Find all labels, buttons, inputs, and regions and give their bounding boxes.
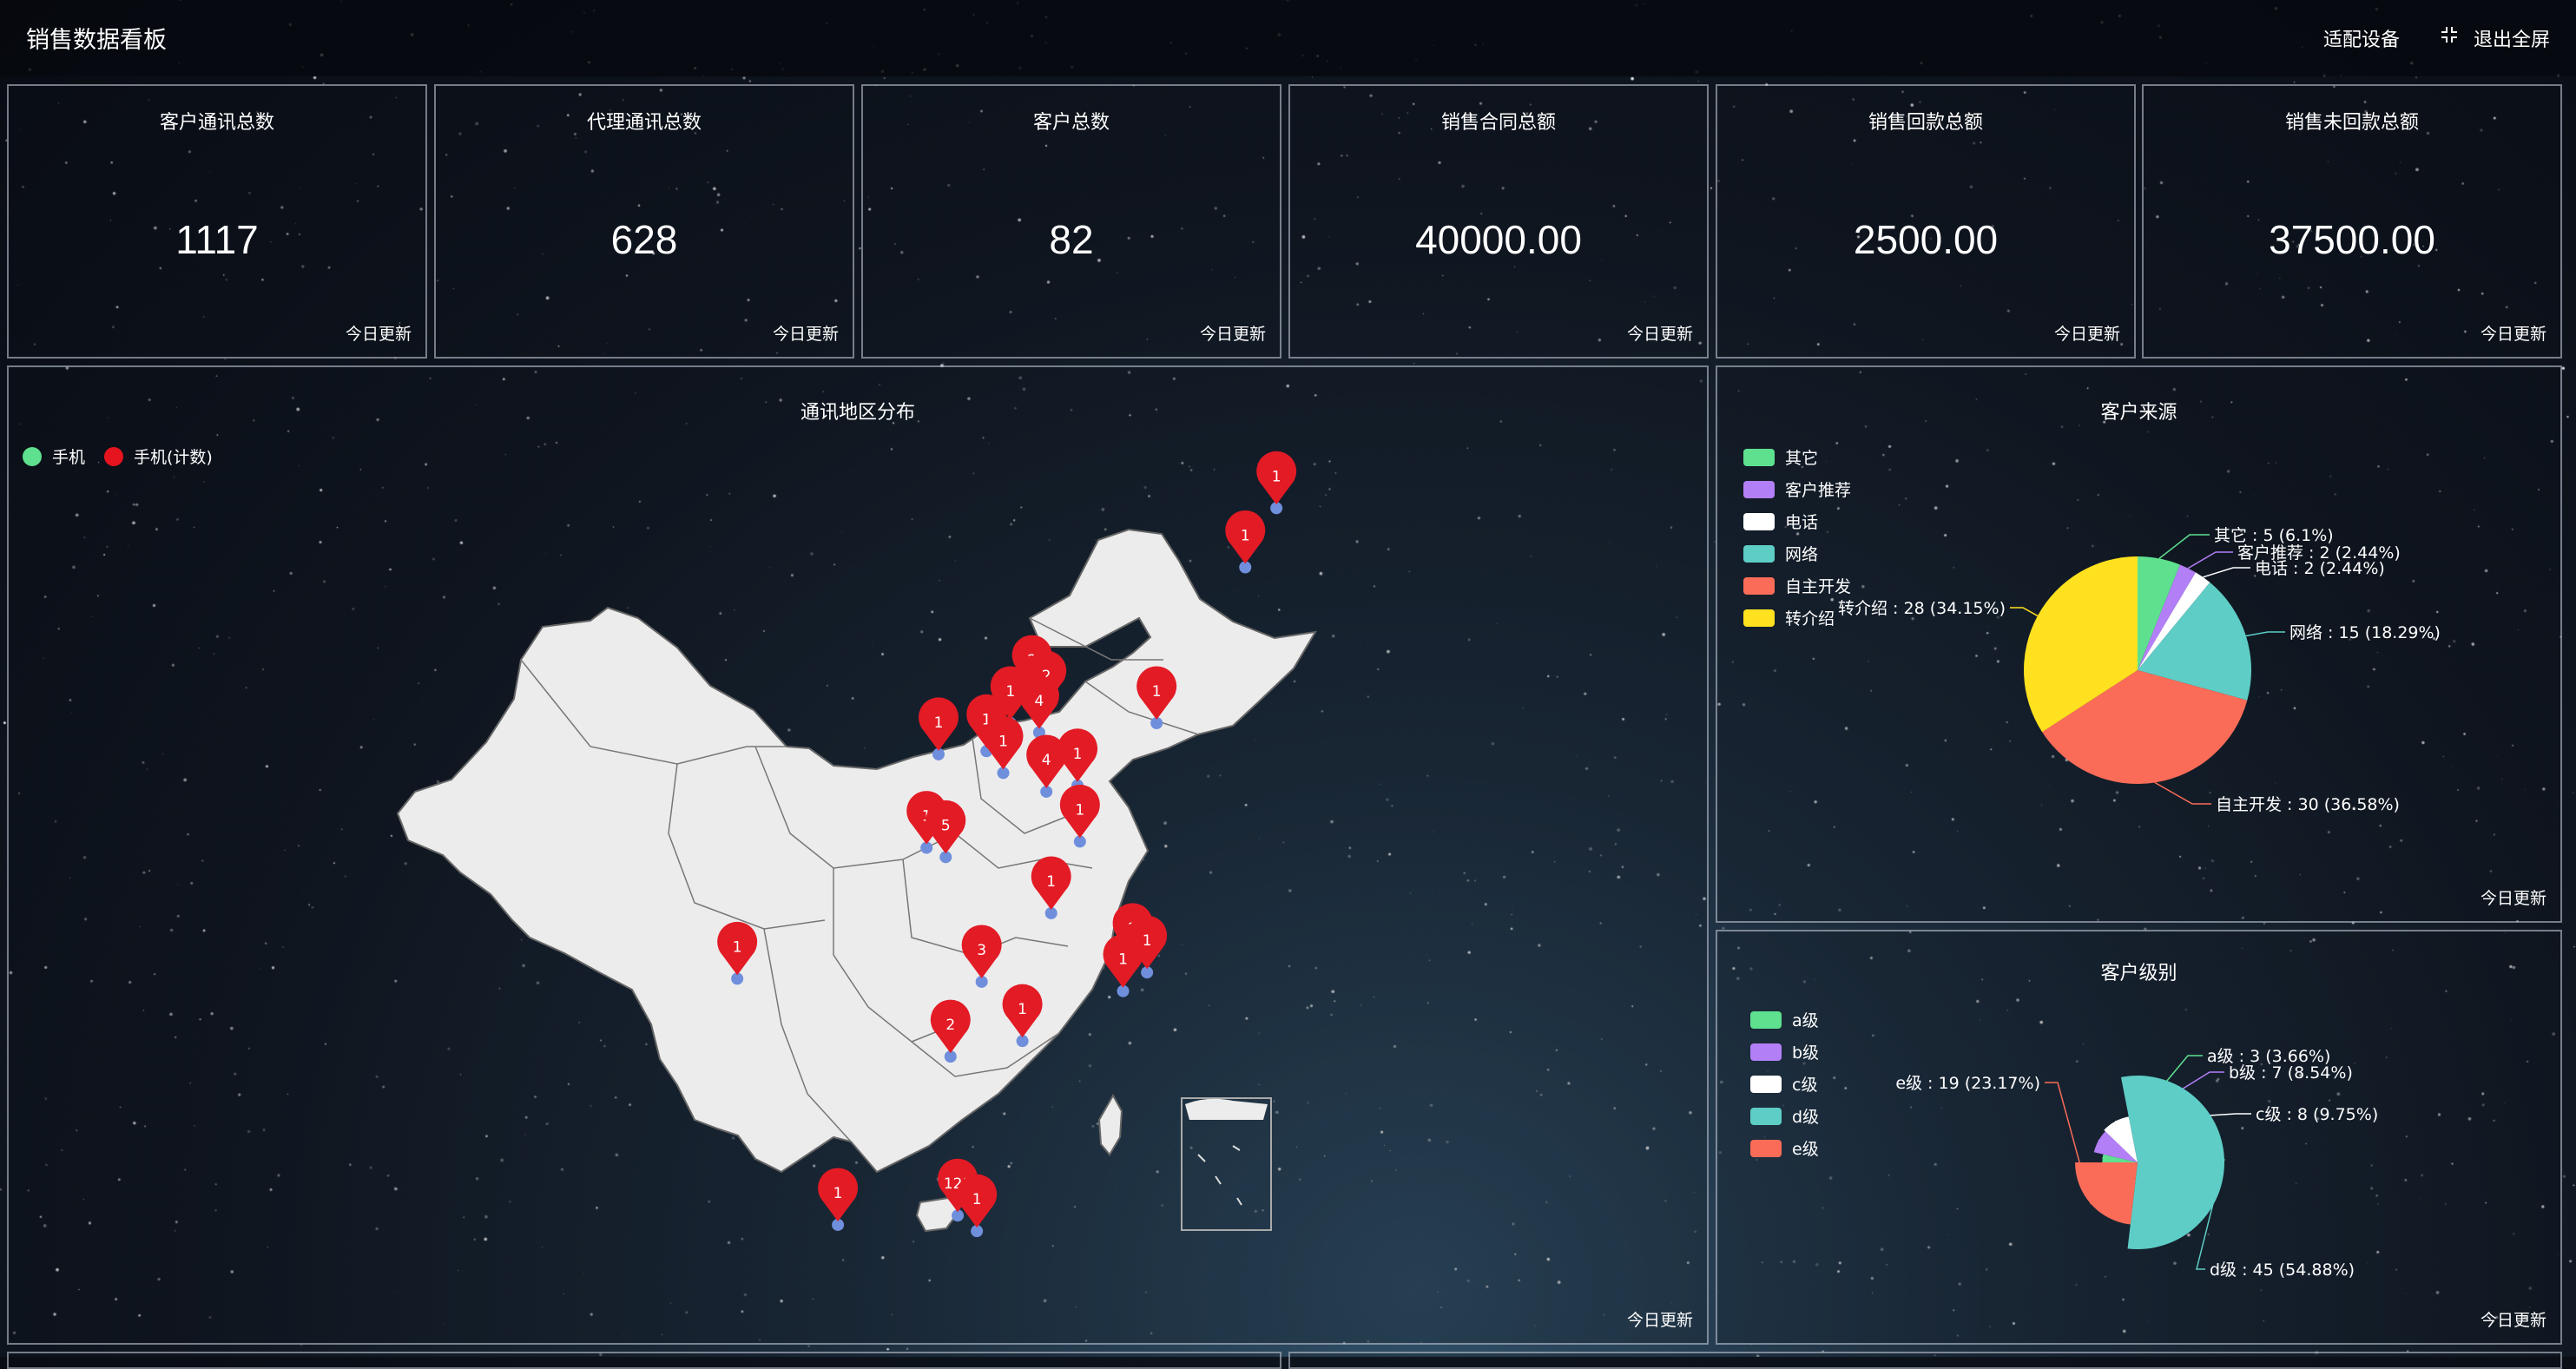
customer-level-rose-chart: a级 : 3 (3.66%)b级 : 7 (8.54%)c级 : 8 (9.75…: [1895, 1047, 2378, 1280]
bottom-panel-right: [1288, 1352, 2562, 1369]
rose-slice[interactable]: [2075, 1162, 2138, 1225]
slice-label: e级 : 19 (23.17%): [1895, 1074, 2040, 1093]
slice-label: d级 : 45 (54.88%): [2210, 1260, 2355, 1280]
bottom-panel-left: [7, 1352, 1281, 1369]
level-rose-group: a级 : 3 (3.66%)b级 : 7 (8.54%)c级 : 8 (9.75…: [1895, 1047, 2378, 1280]
slice-label: c级 : 8 (9.75%): [2256, 1105, 2378, 1124]
slice-label: b级 : 7 (8.54%): [2229, 1063, 2353, 1083]
